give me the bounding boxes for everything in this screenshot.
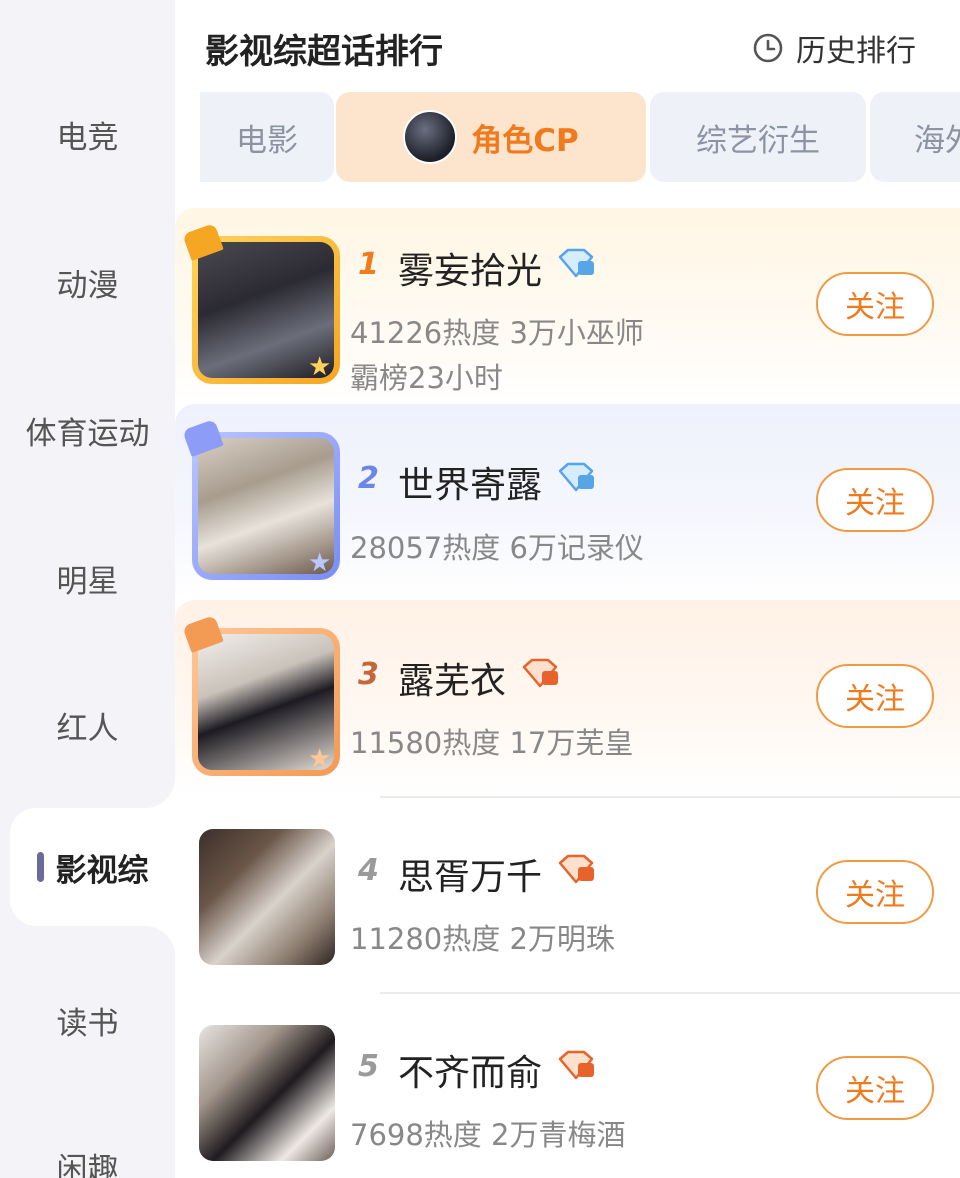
follow-button[interactable]: 关注 [816,664,934,728]
tab-avatar [403,110,458,164]
history-ranking-button[interactable]: 历史排行 [752,26,916,70]
heat-and-fans: 7698热度 2万青梅酒 [350,1118,626,1152]
follow-button[interactable]: 关注 [816,272,934,336]
item-name: 雾妄拾光 [398,251,543,292]
rank-number: 3 [358,657,379,692]
tab-variety-derivative[interactable]: 综艺衍生 [650,92,866,182]
star-icon: ★ [308,548,332,578]
top-duration: 霸榜23小时 [350,361,503,395]
diamond-level-badge-icon [522,658,558,688]
sidebar-item-label: 影视综 [55,852,149,889]
sidebar-item-esports[interactable]: 电竞 [0,112,175,157]
active-corner-decoration [145,926,175,956]
history-label: 历史排行 [796,34,916,69]
heat-and-fans: 28057热度 6万记录仪 [350,531,644,565]
item-name: 思胥万千 [398,857,543,898]
sidebar-item-reading[interactable]: 读书 [0,998,175,1043]
tab-movie[interactable]: 电影 [200,92,334,182]
item-name: 世界寄露 [398,465,543,506]
rank-number: 5 [358,1049,379,1084]
sidebar-item-sports[interactable]: 体育运动 [0,408,175,453]
diamond-level-badge-icon [558,462,594,492]
follow-button[interactable]: 关注 [816,1056,934,1120]
subcategory-tabs: 电影 角色CP 综艺衍生 海外 [200,92,960,182]
sidebar-item-anime[interactable]: 动漫 [0,260,175,305]
tab-label: 综艺衍生 [696,122,820,159]
sidebar-item-influencers[interactable]: 红人 [0,703,175,748]
heat-and-fans: 41226热度 3万小巫师 [350,316,644,350]
active-indicator [36,852,44,882]
follow-button[interactable]: 关注 [816,860,934,924]
rank-number: 4 [358,853,379,888]
follow-button[interactable]: 关注 [816,468,934,532]
star-icon: ★ [308,352,332,382]
sidebar-item-film-tv-variety[interactable]: 影视综 [10,808,175,926]
star-icon: ★ [308,744,332,774]
item-name: 不齐而俞 [398,1053,543,1094]
diamond-level-badge-icon [558,248,594,278]
rank-number: 1 [358,247,379,282]
heat-and-fans: 11280热度 2万明珠 [350,922,615,956]
tab-overseas[interactable]: 海外 [870,92,960,182]
tab-label: 角色CP [471,122,579,159]
page-title: 影视综超话排行 [205,32,443,72]
tab-label: 电影 [236,122,298,159]
diamond-level-badge-icon [558,854,594,884]
tab-label: 海外 [914,122,960,159]
item-name: 露芜衣 [398,661,507,702]
diamond-level-badge-icon [558,1050,594,1080]
poster-thumbnail [199,829,335,965]
clock-icon [753,33,783,63]
tab-character-cp[interactable]: 角色CP [336,92,646,182]
sidebar-item-stars[interactable]: 明星 [0,556,175,601]
heat-and-fans: 11580热度 17万芜皇 [350,726,634,760]
rank-number: 2 [358,461,379,496]
sidebar-item-leisure[interactable]: 闲趣 [0,1144,175,1178]
poster-thumbnail [199,1025,335,1161]
category-sidebar: 电竞 动漫 体育运动 明星 红人 影视综 读书 闲趣 [0,0,175,1178]
active-corner-decoration [145,778,175,808]
